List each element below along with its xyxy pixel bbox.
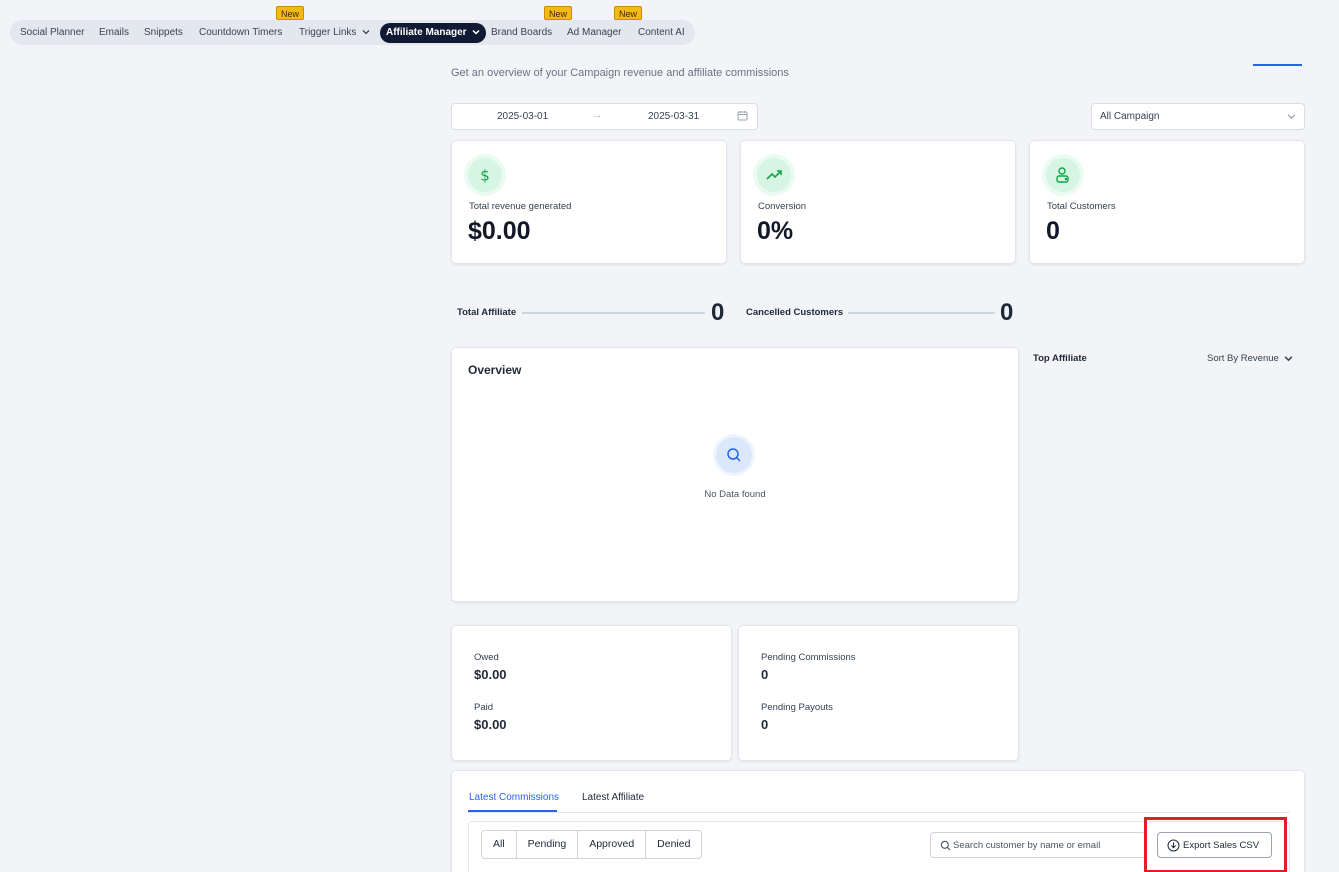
search-input[interactable] [953,837,1138,853]
page-subtitle: Get an overview of your Campaign revenue… [451,67,789,79]
sort-by-label: Sort By Revenue [1207,353,1279,364]
nav-item-content-ai[interactable]: Content AI [638,20,685,45]
total-affiliate-label: Total Affiliate [457,307,517,318]
nav-item-affiliate-manager-label: Affiliate Manager [386,27,467,38]
status-filter-group: All Pending Approved Denied [481,830,703,859]
top-affiliate-title: Top Affiliate [1033,353,1087,364]
stat-value: 0 [1046,217,1060,245]
commissions-filter-panel: All Pending Approved Denied Export Sales… [468,821,1290,872]
tab-latest-affiliate[interactable]: Latest Affiliate [582,792,644,803]
pending-commissions-label: Pending Commissions [761,652,856,663]
pending-commissions-value: 0 [761,667,769,682]
total-affiliate-stat: Total Affiliate 0 [457,299,732,326]
stat-card-customers: Total Customers 0 [1029,140,1305,264]
stat-value: $0.00 [468,217,531,245]
nav-pill-bar: Social Planner Emails Snippets Countdown… [10,20,695,45]
sort-by-dropdown[interactable]: Sort By Revenue [1207,353,1293,364]
filter-all-button[interactable]: All [482,831,517,858]
date-range-picker[interactable]: 2025-03-01 → 2025-03-31 [451,103,758,130]
search-icon [940,840,951,851]
chevron-down-icon [472,30,480,35]
export-sales-csv-label: Export Sales CSV [1183,840,1260,851]
paid-value: $0.00 [474,717,507,732]
end-date[interactable]: 2025-03-31 [648,111,699,122]
tab-divider [468,812,1290,813]
pending-payouts-value: 0 [761,717,769,732]
commissions-card: Latest Commissions Latest Affiliate All … [451,770,1305,872]
owed-label: Owed [474,652,499,663]
filter-approved-button[interactable]: Approved [578,831,647,858]
cancelled-customers-stat: Cancelled Customers 0 [746,299,1021,326]
overview-title: Overview [468,363,522,377]
stat-card-conversion: Conversion 0% [740,140,1016,264]
active-tab-indicator [468,810,557,812]
svg-text:$: $ [480,167,490,185]
divider-line [848,312,995,314]
cancelled-customers-value: 0 [1000,299,1014,326]
left-panel [10,64,438,872]
new-badge: New [544,6,573,20]
overview-card: Overview No Data found [451,347,1019,602]
nav-item-emails[interactable]: Emails [99,20,129,45]
chevron-down-icon [362,30,370,35]
new-badge: New [276,6,305,20]
chevron-down-icon [1287,114,1296,120]
nav-item-social-planner[interactable]: Social Planner [20,20,84,45]
start-date[interactable]: 2025-03-01 [497,111,548,122]
owed-paid-card: Owed $0.00 Paid $0.00 [451,625,732,761]
owed-value: $0.00 [474,667,507,682]
nav-item-trigger-links-label: Trigger Links [299,27,357,38]
stat-label: Conversion [758,201,807,212]
nav-item-trigger-links[interactable]: Trigger Links [299,20,370,45]
top-navigation: Social Planner Emails Snippets Countdown… [0,0,1339,64]
export-sales-csv-button[interactable]: Export Sales CSV [1157,832,1272,858]
chevron-down-icon [1285,356,1293,362]
calendar-icon [737,111,748,121]
nav-item-brand-boards[interactable]: Brand Boards [491,20,552,45]
new-badge: New [614,6,643,20]
nav-item-snippets[interactable]: Snippets [144,20,183,45]
filter-pending-button[interactable]: Pending [517,831,579,858]
stat-card-revenue: $ Total revenue generated $0.00 [451,140,727,264]
dollar-icon: $ [468,158,502,192]
search-icon [716,437,752,473]
filter-denied-button[interactable]: Denied [646,831,701,858]
cancelled-customers-label: Cancelled Customers [746,307,844,318]
pending-payouts-label: Pending Payouts [761,702,833,713]
nav-item-affiliate-manager[interactable]: Affiliate Manager [380,23,487,43]
tab-latest-commissions[interactable]: Latest Commissions [469,792,559,803]
download-icon [1167,839,1180,852]
nav-item-countdown-timers[interactable]: Countdown Timers [199,20,282,45]
stat-value: 0% [757,217,794,245]
header-link-underline [1253,64,1302,66]
divider-line [522,312,705,314]
campaign-select-value: All Campaign [1100,111,1160,122]
stat-label: Total Customers [1047,201,1116,212]
arrow-right-icon: → [592,110,602,121]
no-data-text: No Data found [704,489,766,500]
paid-label: Paid [474,702,494,713]
trending-up-icon [757,158,791,192]
stat-label: Total revenue generated [469,201,572,212]
customers-icon [1046,158,1080,192]
pending-card: Pending Commissions 0 Pending Payouts 0 [738,625,1019,761]
search-box [930,832,1146,858]
campaign-select[interactable]: All Campaign [1091,103,1305,130]
nav-item-ad-manager[interactable]: Ad Manager [567,20,621,45]
total-affiliate-value: 0 [711,299,725,326]
